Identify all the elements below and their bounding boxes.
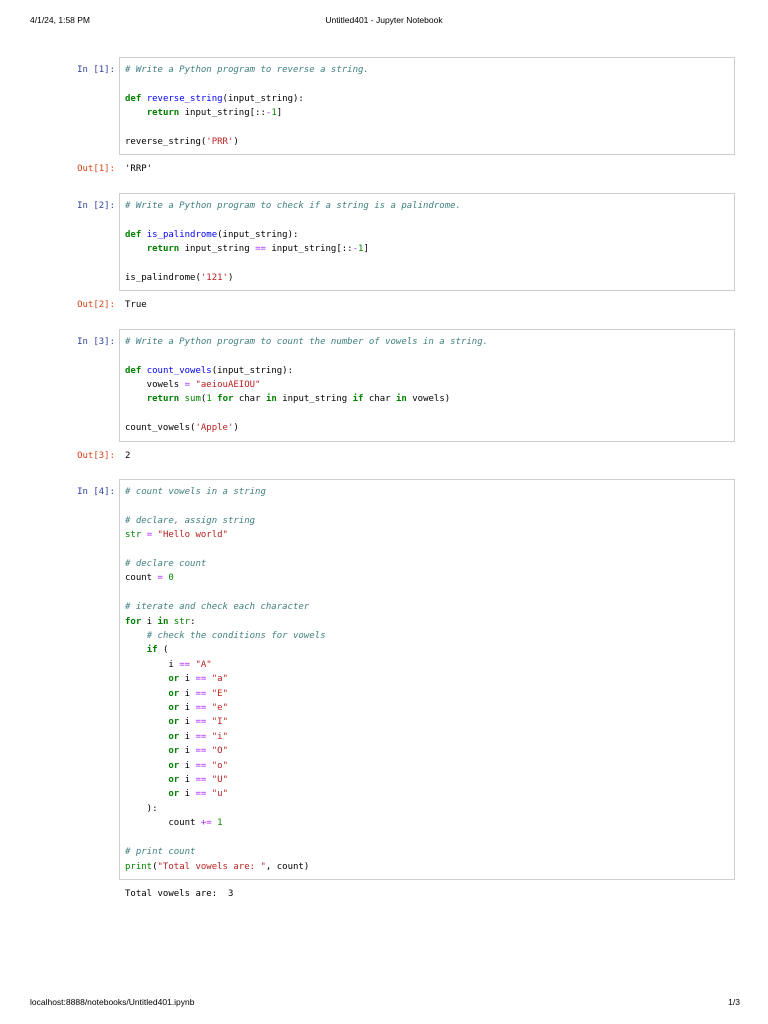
code-editor[interactable]: # Write a Python program to check if a s…	[119, 192, 735, 292]
print-page-number: 1/3	[728, 997, 740, 1007]
input-prompt: In [1]:	[77, 65, 115, 75]
code-editor[interactable]: # Write a Python program to reverse a st…	[119, 57, 735, 156]
code-editor[interactable]: # Write a Python program to count the nu…	[119, 328, 735, 442]
code-editor[interactable]: # count vowels in a string # declare, as…	[119, 478, 735, 880]
code-content: # count vowels in a string # declare, as…	[125, 486, 326, 872]
code-cell: In [2]: # Write a Python program to check…	[28, 192, 735, 313]
output-stream-text: Total vowels are: 3	[125, 888, 234, 899]
code-content: # Write a Python program to count the nu…	[125, 336, 489, 434]
print-footer: localhost:8888/notebooks/Untitled401.ipy…	[30, 997, 740, 1007]
print-url: localhost:8888/notebooks/Untitled401.ipy…	[30, 997, 195, 1007]
output-prompt: Out[2]:	[77, 300, 115, 311]
code-content: # Write a Python program to check if a s…	[125, 200, 461, 283]
output-result-text: True	[125, 300, 147, 311]
output-result-text: 2	[125, 450, 131, 461]
print-datetime: 4/1/24, 1:58 PM	[30, 15, 91, 25]
code-cell: In [3]: # Write a Python program to count…	[28, 328, 735, 463]
output-prompt: Out[3]:	[77, 450, 115, 461]
code-cell: In [4]: # count vowels in a string # decl…	[28, 478, 735, 901]
output-result-text: 'RRP'	[125, 164, 153, 175]
input-prompt: In [3]:	[77, 336, 115, 347]
print-header: 4/1/24, 1:58 PM Untitled401 - Jupyter No…	[30, 15, 738, 25]
print-page: 4/1/24, 1:58 PM Untitled401 - Jupyter No…	[0, 0, 768, 1024]
code-cell: In [1]: # Write a Python program to rever…	[28, 57, 735, 177]
code-content: # Write a Python program to reverse a st…	[125, 65, 369, 148]
notebook: In [1]: # Write a Python program to rever…	[28, 57, 735, 917]
input-prompt: In [2]:	[77, 200, 115, 211]
print-title: Untitled401 - Jupyter Notebook	[325, 15, 443, 25]
input-prompt: In [4]:	[77, 486, 115, 497]
output-prompt: Out[1]:	[77, 164, 115, 175]
